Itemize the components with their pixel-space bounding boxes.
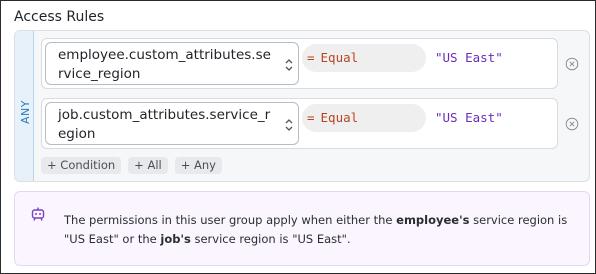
remove-condition-icon[interactable] — [565, 117, 579, 131]
condition-row: employee.custom_attributes.service_regio… — [41, 38, 558, 89]
remove-condition-icon[interactable] — [565, 57, 579, 71]
attribute-value: job.custom_attributes.service_region — [58, 107, 271, 142]
attribute-select[interactable]: employee.custom_attributes.service_regio… — [45, 42, 299, 85]
bot-icon — [31, 207, 45, 221]
rule-summary-box: The permissions in this user group apply… — [14, 191, 590, 266]
condition-value[interactable]: "US East" — [435, 44, 503, 72]
attribute-value: employee.custom_attributes.service_regio… — [58, 47, 271, 82]
add-condition-button[interactable]: + Condition — [41, 157, 122, 174]
access-rules-panel: Access Rules ANY employee.custom_attribu… — [0, 0, 596, 274]
chevron-updown-icon — [285, 59, 293, 71]
operator-label: Equal — [320, 50, 359, 65]
add-buttons: + Condition + All + Any — [41, 157, 222, 174]
operator-label: Equal — [320, 110, 359, 125]
group-mode-label: ANY — [18, 100, 32, 124]
chevron-updown-icon — [285, 119, 293, 131]
operator-select[interactable]: = Equal — [302, 44, 426, 72]
operator-symbol: = — [307, 50, 315, 65]
add-any-button[interactable]: + Any — [174, 157, 222, 174]
operator-symbol: = — [307, 110, 315, 125]
condition-row: job.custom_attributes.service_region = Eq… — [41, 98, 558, 149]
section-title: Access Rules — [14, 9, 105, 25]
add-all-button[interactable]: + All — [128, 157, 168, 174]
rule-group: ANY employee.custom_attributes.service_r… — [14, 30, 590, 182]
condition-value[interactable]: "US East" — [435, 104, 503, 132]
rule-summary-text: The permissions in this user group apply… — [64, 213, 568, 246]
group-mode-bar[interactable]: ANY — [15, 31, 34, 181]
operator-select[interactable]: = Equal — [302, 104, 426, 132]
attribute-select[interactable]: job.custom_attributes.service_region — [45, 102, 299, 145]
